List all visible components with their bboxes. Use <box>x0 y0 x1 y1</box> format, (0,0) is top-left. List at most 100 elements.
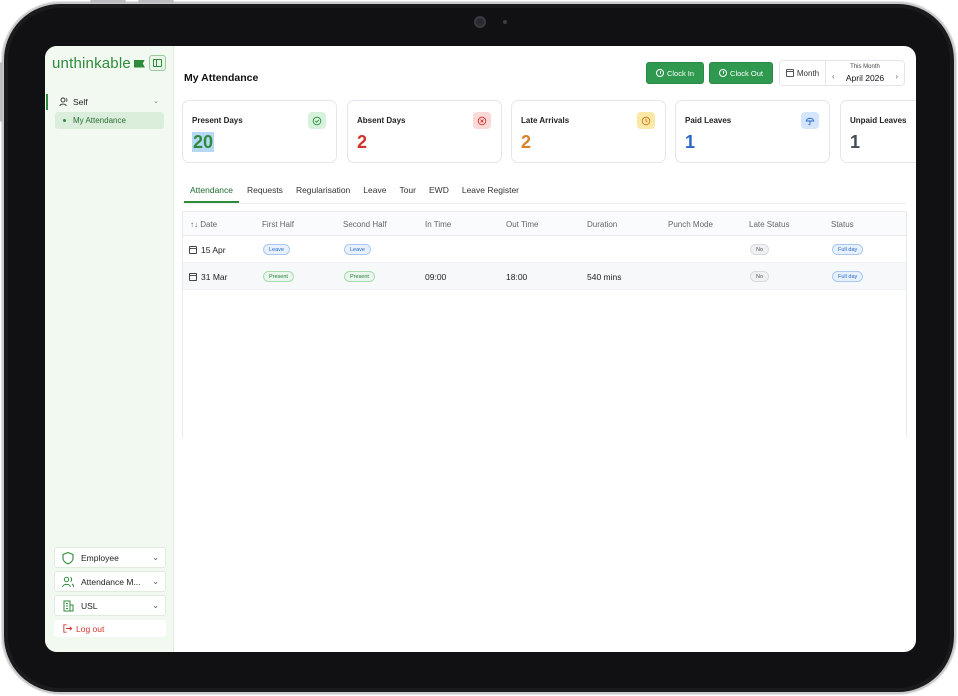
table-header: ↑↓ Date First Half Second Half In Time O… <box>183 211 906 236</box>
stat-label: Paid Leaves <box>685 116 732 125</box>
app-screen: unthinkable Self ⌄ My Attendance Employe… <box>45 46 916 652</box>
tab-leave[interactable]: Leave <box>363 185 386 201</box>
sidebar-item-my-attendance[interactable]: My Attendance <box>55 112 164 129</box>
brand-logo[interactable]: unthinkable <box>52 55 145 72</box>
stat-value: 2 <box>521 132 532 152</box>
late-status-badge: No <box>750 244 770 255</box>
hardware-button <box>0 62 3 122</box>
clock-icon <box>637 112 655 129</box>
clock-out-label: Clock Out <box>730 68 763 78</box>
camera <box>474 16 486 28</box>
logout-icon <box>63 624 73 633</box>
stat-card-present-days[interactable]: Present Days 20 <box>182 100 337 163</box>
sidebar-item-label: USL <box>81 600 98 611</box>
user-icon <box>59 97 68 107</box>
sensor <box>503 20 507 24</box>
sidebar: unthinkable Self ⌄ My Attendance Employe… <box>45 46 174 652</box>
flag-icon <box>133 59 145 68</box>
x-circle-icon <box>473 112 491 129</box>
table-row[interactable]: 31 Mar Present Present 09:00 18:00 540 m… <box>183 263 906 290</box>
status-badge: Full day <box>832 244 864 255</box>
stat-card-paid-leaves[interactable]: Paid Leaves 1 <box>675 100 830 163</box>
stat-value: 20 <box>192 132 215 152</box>
column-header-punch-mode: Punch Mode <box>668 220 713 229</box>
stat-label: Present Days <box>192 116 243 125</box>
in-time: 09:00 <box>425 272 447 282</box>
chevron-down-icon: ⌄ <box>152 577 159 586</box>
row-date: 15 Apr <box>189 245 226 255</box>
stat-value: 1 <box>850 132 861 152</box>
chevron-down-icon: ⌄ <box>152 601 159 610</box>
out-time: 18:00 <box>506 272 528 282</box>
brand-name: unthinkable <box>52 55 131 72</box>
sidebar-item-usl[interactable]: USL ⌄ <box>54 595 166 616</box>
stat-value: 2 <box>357 132 368 152</box>
column-header-in-time: In Time <box>425 220 452 229</box>
column-header-duration: Duration <box>587 220 618 229</box>
column-header-date[interactable]: ↑↓ Date <box>190 220 217 229</box>
sidebar-item-employee[interactable]: Employee ⌄ <box>54 547 166 568</box>
sidebar-item-label: My Attendance <box>73 116 126 125</box>
period-mode-label: Month <box>796 68 820 78</box>
stat-label: Absent Days <box>357 116 406 125</box>
check-circle-icon <box>308 112 326 129</box>
stat-card-absent-days[interactable]: Absent Days 2 <box>347 100 502 163</box>
stat-card-unpaid-leaves[interactable]: Unpaid Leaves 1 <box>840 100 916 163</box>
chevron-down-icon: ⌄ <box>152 553 159 562</box>
second-half-badge: Present <box>344 271 375 282</box>
late-status-badge: No <box>750 271 770 282</box>
shield-icon <box>62 551 74 564</box>
tab-ewd[interactable]: EWD <box>429 185 449 201</box>
duration: 540 mins <box>587 272 622 282</box>
bullet-icon <box>63 119 66 122</box>
sidebar-toggle-icon[interactable] <box>149 55 166 71</box>
stat-card-late-arrivals[interactable]: Late Arrivals 2 <box>511 100 666 163</box>
column-header-second-half: Second Half <box>343 220 387 229</box>
table-row[interactable]: 15 Apr Leave Leave No Full day <box>183 236 906 263</box>
attendance-table: ↑↓ Date First Half Second Half In Time O… <box>182 211 907 438</box>
column-header-first-half: First Half <box>262 220 294 229</box>
calendar-icon <box>189 273 197 281</box>
first-half-badge: Present <box>263 271 294 282</box>
clock-out-button[interactable]: Clock Out <box>709 62 773 84</box>
tab-leave-register[interactable]: Leave Register <box>462 185 519 201</box>
chevron-down-icon: ⌄ <box>153 98 159 105</box>
calendar-icon <box>785 69 794 77</box>
column-header-late-status: Late Status <box>749 220 790 229</box>
sidebar-item-self[interactable]: Self ⌄ <box>46 94 165 110</box>
status-badge: Full day <box>832 271 864 282</box>
period-selector: Month ‹ This Month April 2026 › <box>779 60 905 86</box>
second-half-badge: Leave <box>344 244 371 255</box>
tab-tour[interactable]: Tour <box>399 185 416 201</box>
divider <box>182 203 906 204</box>
column-header-out-time: Out Time <box>506 220 539 229</box>
clock-icon <box>719 69 728 77</box>
clock-in-label: Clock In <box>666 68 695 78</box>
stat-value: 1 <box>685 132 696 152</box>
period-mode-dropdown[interactable]: Month <box>780 61 826 85</box>
tab-bar: Attendance Requests Regularisation Leave… <box>184 185 532 203</box>
calendar-icon <box>189 246 197 254</box>
sidebar-item-label: Employee <box>81 552 119 563</box>
sidebar-item-attendance-management[interactable]: Attendance M... ⌄ <box>54 571 166 592</box>
tab-regularisation[interactable]: Regularisation <box>296 185 350 201</box>
users-icon <box>62 576 74 587</box>
stat-label: Late Arrivals <box>521 116 570 125</box>
sidebar-item-label: Self <box>73 97 88 107</box>
building-icon <box>63 600 74 611</box>
row-date: 31 Mar <box>189 272 227 282</box>
hardware-button <box>90 0 126 3</box>
period-navigator: ‹ This Month April 2026 › <box>826 61 904 85</box>
clock-in-button[interactable]: Clock In <box>646 62 704 84</box>
first-half-badge: Leave <box>263 244 290 255</box>
stat-label: Unpaid Leaves <box>850 116 907 125</box>
sidebar-item-label: Attendance M... <box>81 576 141 587</box>
hardware-button <box>138 0 174 3</box>
chevron-right-icon[interactable]: › <box>895 72 898 81</box>
tab-attendance[interactable]: Attendance <box>184 185 240 203</box>
umbrella-icon <box>801 112 819 129</box>
logout-button[interactable]: Log out <box>54 620 166 637</box>
page-title: My Attendance <box>184 72 259 84</box>
sort-icon: ↑↓ <box>190 220 198 229</box>
tab-requests[interactable]: Requests <box>247 185 283 201</box>
